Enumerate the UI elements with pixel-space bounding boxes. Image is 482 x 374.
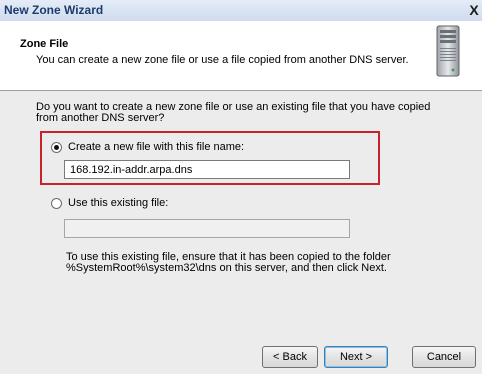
radio-use-existing[interactable]: Use this existing file:	[51, 197, 168, 209]
page-title: Zone File	[20, 38, 69, 50]
radio-create-new-label: Create a new file with this file name:	[68, 141, 245, 153]
next-button[interactable]: Next >	[324, 346, 388, 368]
wizard-header: Zone File You can create a new zone file…	[0, 21, 482, 91]
hint-text: To use this existing file, ensure that i…	[66, 252, 446, 274]
new-zone-wizard-window: New Zone Wizard X Zone File You can crea…	[0, 0, 482, 374]
hint-line: %SystemRoot%\system32\dns on this server…	[66, 262, 387, 274]
new-file-name-input[interactable]: 168.192.in-addr.arpa.dns	[64, 160, 350, 179]
close-icon[interactable]: X	[466, 1, 482, 19]
page-subtitle: You can create a new zone file or use a …	[36, 54, 409, 66]
wizard-body: Do you want to create a new zone file or…	[0, 91, 482, 374]
radio-button-unchecked[interactable]	[51, 197, 62, 209]
back-button[interactable]: < Back	[262, 346, 318, 368]
window-title: New Zone Wizard	[4, 3, 104, 17]
cancel-button[interactable]: Cancel	[412, 346, 476, 368]
radio-button-checked[interactable]	[51, 141, 62, 153]
question-text: Do you want to create a new zone file or…	[36, 102, 456, 124]
question-line: from another DNS server?	[36, 112, 165, 124]
existing-file-input[interactable]	[64, 219, 350, 238]
radio-create-new[interactable]: Create a new file with this file name:	[51, 141, 244, 153]
server-icon	[436, 25, 460, 77]
radio-use-existing-label: Use this existing file:	[68, 197, 169, 209]
title-bar[interactable]: New Zone Wizard X	[0, 0, 482, 21]
